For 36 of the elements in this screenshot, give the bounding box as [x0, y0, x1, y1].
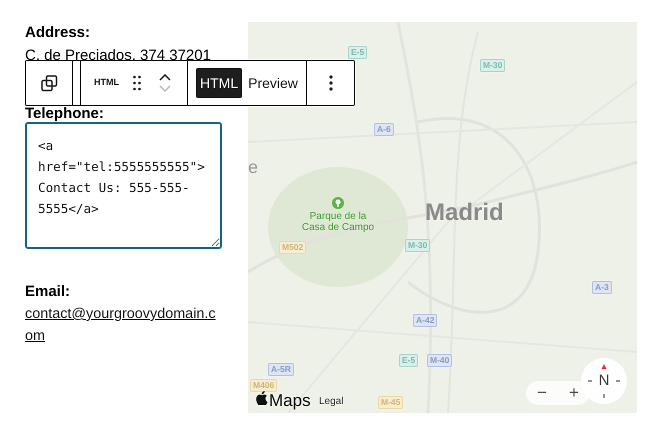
city-label: Madrid	[425, 198, 504, 228]
email-link[interactable]: contact@yourgroovydomain.com	[25, 303, 222, 347]
copy-icon	[40, 74, 58, 92]
road-shield: M-30	[480, 59, 506, 72]
road-shield: M-45	[378, 396, 404, 409]
map-label: e	[248, 156, 258, 179]
move-up-icon[interactable]	[159, 74, 171, 81]
legal-link[interactable]: Legal	[319, 394, 344, 409]
address-label: Address:	[25, 23, 92, 43]
apple-logo-icon	[256, 391, 268, 405]
mode-tab[interactable]: HTML	[196, 68, 242, 98]
move-down-icon	[159, 85, 171, 92]
html-code-field[interactable]: <a href="tel:5555555555"> Contact Us: 555-555-5555</a>	[25, 122, 222, 249]
road-shield: A-6	[374, 123, 394, 136]
park-label: Parque de la Casa de Campo	[300, 211, 376, 233]
road-shield: A-42	[413, 314, 438, 327]
maps-logo-text: Maps	[269, 390, 311, 412]
block-type-label: HTML	[94, 76, 119, 90]
drag-handle-icon[interactable]	[133, 75, 141, 91]
compass-letter: N	[598, 370, 610, 391]
road-shield: M406	[250, 379, 278, 392]
road-shield: E-5	[348, 46, 368, 59]
address-text: C. de Preciados, 374 37201	[25, 46, 212, 66]
zoom-in-button[interactable]: +	[566, 383, 582, 403]
road-shield: E-5	[399, 354, 418, 367]
telephone-label: Telephone:	[25, 107, 105, 121]
road-shield: M-30	[405, 239, 430, 252]
compass-button[interactable]: N	[581, 358, 627, 404]
road-shield: M502	[279, 241, 306, 254]
zoom-out-button[interactable]: −	[534, 383, 550, 403]
road-shield: A-5R	[268, 363, 294, 376]
tree-icon	[332, 197, 344, 209]
email-label: Email:	[25, 282, 72, 302]
road-shield: A-3	[592, 281, 612, 294]
more-vertical-icon	[328, 75, 332, 91]
road-shield: M-40	[427, 354, 452, 367]
